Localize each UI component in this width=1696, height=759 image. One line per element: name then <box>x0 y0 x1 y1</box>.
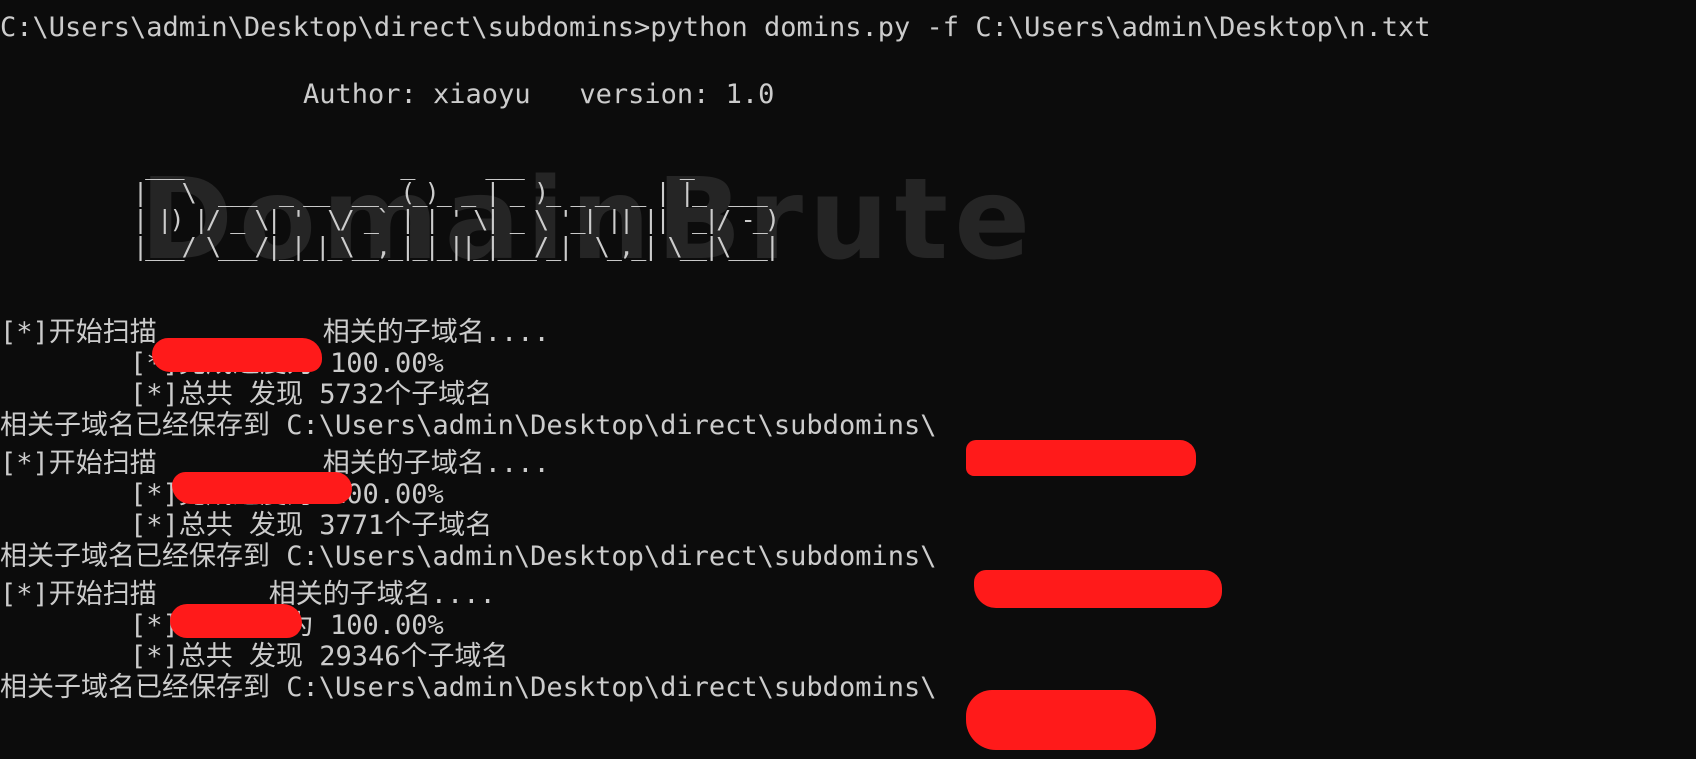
redaction-mark <box>152 338 322 372</box>
scan-start-prefix: [*]开始扫描 <box>0 317 157 348</box>
command-line: C:\Users\admin\Desktop\direct\subdomins>… <box>0 12 1431 43</box>
scan-start-prefix: [*]开始扫描 <box>0 448 157 479</box>
total-line-1: [*]总共 发现 5732个子域名 <box>130 379 493 410</box>
redaction-mark <box>172 472 352 504</box>
scan-start-prefix: [*]开始扫描 <box>0 579 157 610</box>
redaction-mark <box>966 690 1156 750</box>
saved-line-2: 相关子域名已经保存到 C:\Users\admin\Desktop\direct… <box>0 541 937 572</box>
saved-line-3: 相关子域名已经保存到 C:\Users\admin\Desktop\direct… <box>0 672 937 703</box>
scan-start-suffix: 相关的子域名.... <box>322 317 550 348</box>
ascii-banner: ___ _ ___ _ | \ ___ _ __ __ _(_)_ _ | _ … <box>133 151 780 261</box>
total-line-3: [*]总共 发现 29346个子域名 <box>130 641 509 672</box>
total-line-2: [*]总共 发现 3771个子域名 <box>130 510 493 541</box>
scan-start-suffix: 相关的子域名.... <box>322 448 550 479</box>
saved-line-1: 相关子域名已经保存到 C:\Users\admin\Desktop\direct… <box>0 410 937 441</box>
terminal-window[interactable]: C:\Users\admin\Desktop\direct\subdomins>… <box>0 0 1696 759</box>
redaction-mark <box>966 440 1196 476</box>
author-version-line: Author: xiaoyu version: 1.0 <box>303 79 775 110</box>
scan-start-suffix: 相关的子域名.... <box>268 579 496 610</box>
redaction-mark <box>170 604 302 638</box>
redaction-mark <box>974 570 1222 608</box>
